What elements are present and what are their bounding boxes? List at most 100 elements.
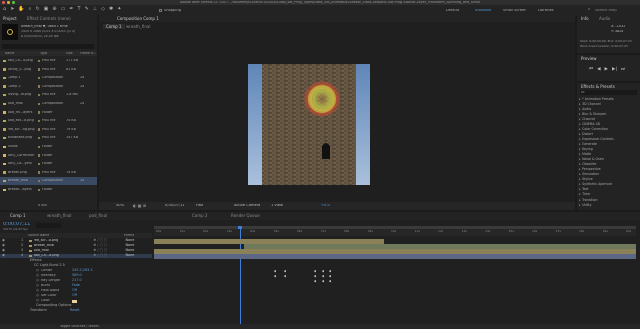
label-color-swatch[interactable] [37, 76, 40, 80]
expand-arrow-icon[interactable]: ▸ [579, 168, 581, 171]
expand-arrow-icon[interactable]: ▸ [579, 117, 581, 121]
selection-tool-icon[interactable]: ➤ [10, 7, 14, 13]
brush-tool-icon[interactable]: ✎ [85, 7, 89, 13]
project-item[interactable]: Comp 1 Composition 24 [0, 74, 97, 82]
keyframe-icon[interactable]: ◆ [284, 275, 286, 278]
tab-audio[interactable]: Audio [599, 17, 610, 21]
expand-arrow-icon[interactable]: ▸ [579, 188, 581, 191]
project-item[interactable]: candy_c...png PNG file 81 KB [0, 66, 97, 74]
layer-label-color[interactable] [29, 239, 32, 243]
expand-arrow-icon[interactable]: ▸ [579, 193, 581, 196]
layer-duration-bar[interactable] [154, 239, 384, 244]
effects-category[interactable]: ▸ CINEMA 4D [577, 122, 640, 126]
effects-category[interactable]: ▸ Distort [577, 132, 640, 136]
time-ruler[interactable]: 00s 01s 02s 03s 04s 05s 06s 07s 08s 09s 10s 11s 12s 1… [154, 226, 636, 236]
label-color-swatch[interactable] [37, 154, 40, 157]
column-parent[interactable]: Parent [124, 234, 134, 237]
timeline-tab-comp-2[interactable]: Comp 2 [192, 214, 208, 218]
playhead-handle[interactable] [238, 226, 242, 229]
tab-info[interactable]: Info [581, 17, 589, 21]
project-item[interactable]: wreath...ayers Folder [0, 186, 97, 194]
project-search-input[interactable] [2, 44, 94, 49]
home-icon[interactable]: ⌂ [3, 7, 6, 13]
parent-dropdown[interactable]: None [126, 239, 135, 243]
effect-property-value[interactable]: Fade [72, 284, 80, 288]
snapping-checkbox[interactable] [159, 8, 162, 12]
effect-property-value[interactable]: Off [72, 289, 77, 293]
effect-property-value[interactable]: 245.3,263.3 [72, 269, 93, 273]
search-help-input[interactable]: Search Help [595, 9, 617, 13]
expand-arrow-icon[interactable]: ▸ [579, 157, 581, 161]
label-color-swatch[interactable] [37, 136, 40, 140]
layer-switches[interactable]: ✱ / ▢ ▢ [94, 244, 126, 248]
project-item[interactable]: diving...w.png PNG file 1.8 MB [0, 91, 97, 99]
roto-brush-icon[interactable]: ✱ [109, 7, 113, 13]
column-size[interactable]: Size [66, 52, 73, 55]
expand-arrow-icon[interactable]: ▸ [579, 97, 581, 101]
composition-timecode[interactable]: 0;00;07;11 [165, 204, 185, 208]
timeline-tab-pod-final[interactable]: pod_final [89, 214, 107, 218]
effects-category[interactable]: ▸ Time [577, 193, 640, 197]
keyframe-icon[interactable]: ◆ [329, 270, 331, 273]
layer-label-color[interactable] [29, 249, 32, 253]
toggle-switches-modes[interactable]: Toggle Switches / Modes [60, 325, 99, 328]
expand-arrow-icon[interactable]: ▸ [579, 122, 581, 126]
visibility-eye-icon[interactable]: ◉ [2, 244, 9, 248]
camera-tool-icon[interactable]: ▣ [44, 7, 49, 13]
keyframe-icon[interactable]: ◆ [314, 270, 316, 273]
puppet-tool-icon[interactable]: ✦ [117, 7, 121, 13]
camera-snapshot-icon[interactable]: ◐ ▦ ⊞ [133, 204, 146, 208]
label-color-swatch[interactable] [37, 102, 40, 106]
effects-category[interactable]: ▸ Channel [577, 117, 640, 121]
effects-group-row[interactable]: Effects [0, 259, 152, 263]
label-color-swatch[interactable] [37, 119, 40, 123]
keyframe-icon[interactable]: ◆ [322, 280, 324, 283]
layer-duration-bar[interactable] [154, 249, 636, 254]
zoom-dropdown[interactable]: 50% [116, 204, 124, 208]
tab-preview[interactable]: Preview [581, 57, 597, 61]
label-color-swatch[interactable] [37, 188, 40, 192]
expand-arrow-icon[interactable]: ▸ [579, 147, 581, 151]
effects-category[interactable]: ▸ Utility [577, 203, 640, 207]
expand-arrow-icon[interactable]: ▸ [579, 183, 581, 186]
expand-arrow-icon[interactable]: ▸ [579, 107, 581, 111]
visibility-eye-icon[interactable]: ◉ [2, 249, 9, 253]
label-color-swatch[interactable] [37, 162, 40, 166]
resolution-dropdown[interactable]: Half [196, 204, 203, 208]
label-color-swatch[interactable] [37, 179, 40, 183]
tab-project[interactable]: Project [3, 17, 17, 21]
minimize-window-icon[interactable] [7, 1, 10, 4]
column-frame-rate[interactable]: Frame R... [80, 52, 96, 55]
search-help-icon[interactable]: ⌕ [588, 8, 591, 13]
project-item[interactable]: Tony_Co...yers Folder [0, 160, 97, 168]
project-item[interactable]: wreath.png PNG file 74 KB [0, 169, 97, 177]
zoom-tool-icon[interactable]: ⌕ [29, 7, 32, 13]
column-name[interactable]: Name [5, 52, 14, 55]
keyframe-icon[interactable]: ◆ [314, 280, 316, 283]
color-swatch[interactable] [72, 299, 77, 303]
effects-search-input[interactable]: ρ▾ [580, 90, 637, 95]
layer-duration-bar[interactable] [244, 244, 636, 249]
project-item[interactable]: pod_final Composition 24 [0, 100, 97, 108]
keyframe-icon[interactable]: ◆ [329, 275, 331, 278]
hand-tool-icon[interactable]: ✋ [18, 7, 24, 13]
project-item[interactable]: Solids Folder [0, 143, 97, 151]
parent-dropdown[interactable]: None [126, 249, 135, 253]
layer-label-color[interactable] [29, 244, 32, 248]
keyframe-icon[interactable]: ◆ [274, 275, 276, 278]
timeline-tab-wreath-final[interactable]: wreath_final [47, 214, 71, 218]
effect-property-value[interactable]: 217.0 [72, 279, 82, 283]
project-item[interactable]: pod_fin...ayers Folder [0, 109, 97, 117]
parent-dropdown[interactable]: None [126, 254, 135, 258]
timeline-tab-comp-1[interactable]: Comp 1 [10, 214, 26, 218]
subtab-comp-1[interactable]: Comp 1 [103, 24, 125, 29]
effects-category[interactable]: ▸ Blur & Sharpen [577, 112, 640, 116]
type-tool-icon[interactable]: T [78, 7, 81, 13]
expand-arrow-icon[interactable]: ▸ [579, 137, 581, 141]
workspace-standard[interactable]: Standard [475, 9, 491, 13]
layer-label-color[interactable] [29, 254, 32, 258]
layer-switches[interactable]: ✱ / ▢ ▢ [94, 254, 126, 258]
effect-property-value[interactable]: Off [72, 294, 77, 298]
project-item[interactable]: snowflake.png PNG file 147 KB [0, 134, 97, 142]
project-item[interactable]: Ball_Ch...o.png PNG file 177 KB [0, 57, 97, 65]
